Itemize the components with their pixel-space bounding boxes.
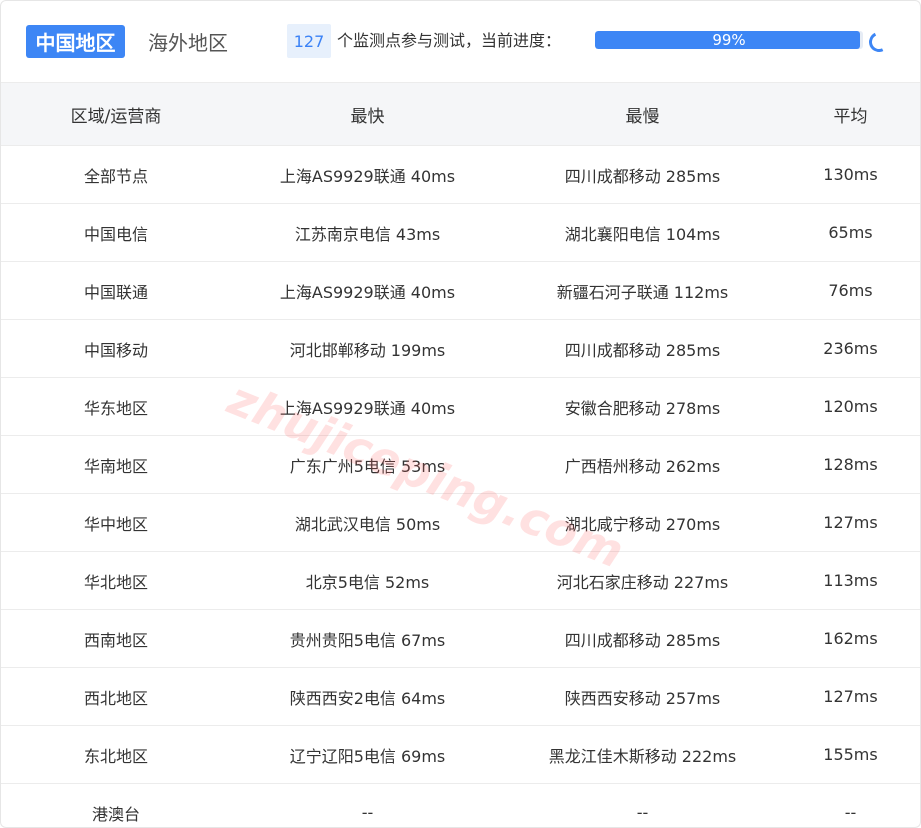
cell-fastest: 上海AS9929联通 40ms [231,145,504,204]
progress-label: 99% [712,31,746,49]
table-row: 港澳台 -- -- -- [1,784,920,828]
cell-fastest: 陕西西安2电信 64ms [231,667,504,726]
cell-region: 中国电信 [1,203,231,262]
cell-average: 130ms [781,145,920,204]
cell-region: 东北地区 [1,725,231,784]
cell-fastest: 广东广州5电信 53ms [231,435,504,494]
cell-average: 162ms [781,609,920,668]
cell-region: 中国联通 [1,261,231,320]
cell-fastest: 辽宁辽阳5电信 69ms [231,725,504,784]
cell-region: 港澳台 [91,804,140,824]
header-slowest: 最慢 [504,83,781,146]
cell-slowest: 黑龙江佳木斯移动 222ms [504,725,781,784]
results-panel: 中国地区 海外地区 127 个监测点参与测试，当前进度： 99% 区域/运营商 … [0,0,921,828]
table-row: 全部节点 上海AS9929联通 40ms 四川成都移动 285ms 130ms [1,145,920,204]
cell-slowest: 湖北咸宁移动 270ms [504,493,781,552]
monitor-status-text: 个监测点参与测试，当前进度： [337,31,562,50]
cell-average: 113ms [781,551,920,610]
table-row: 中国移动 河北邯郸移动 199ms 四川成都移动 285ms 236ms [1,319,920,378]
header-average: 平均 [781,83,920,146]
table-row: 华东地区 上海AS9929联通 40ms 安徽合肥移动 278ms 120ms [1,377,920,436]
cell-fastest: 河北邯郸移动 199ms [231,319,504,378]
cell-slowest: 四川成都移动 285ms [504,319,781,378]
cell-slowest: -- [636,803,649,822]
cell-fastest: 上海AS9929联通 40ms [231,261,504,320]
cell-fastest: 江苏南京电信 43ms [231,203,504,262]
results-table: 区域/运营商 最快 最慢 平均 全部节点 上海AS9929联通 40ms 四川成都移… [1,83,920,828]
table-row: 华北地区 北京5电信 52ms 河北石家庄移动 227ms 113ms [1,551,920,610]
tab-overseas[interactable]: 海外地区 [141,25,235,58]
table-row: 中国电信 江苏南京电信 43ms 湖北襄阳电信 104ms 65ms [1,203,920,262]
cell-average: 65ms [781,203,920,262]
cell-fastest: 北京5电信 52ms [231,551,504,610]
cell-slowest: 河北石家庄移动 227ms [504,551,781,610]
progress-bar: 99% [595,31,863,49]
cell-slowest: 湖北襄阳电信 104ms [504,203,781,262]
cell-average: 128ms [781,435,920,494]
cell-slowest: 广西梧州移动 262ms [504,435,781,494]
cell-region: 西南地区 [1,609,231,668]
table-header-row: 区域/运营商 最快 最慢 平均 [1,83,920,146]
loading-spinner-icon [866,29,892,55]
cell-region: 西北地区 [1,667,231,726]
top-bar: 中国地区 海外地区 127 个监测点参与测试，当前进度： 99% [1,1,920,83]
cell-region: 华南地区 [1,435,231,494]
header-region: 区域/运营商 [1,83,231,146]
cell-slowest: 四川成都移动 285ms [504,609,781,668]
table-row: 华中地区 湖北武汉电信 50ms 湖北咸宁移动 270ms 127ms [1,493,920,552]
cell-slowest: 新疆石河子联通 112ms [504,261,781,320]
table-row: 华南地区 广东广州5电信 53ms 广西梧州移动 262ms 128ms [1,435,920,494]
table-row: 西南地区 贵州贵阳5电信 67ms 四川成都移动 285ms 162ms [1,609,920,668]
monitor-count-badge: 127 [287,24,331,58]
cell-average: 236ms [781,319,920,378]
cell-average: 76ms [781,261,920,320]
cell-region: 中国移动 [1,319,231,378]
table-row: 中国联通 上海AS9929联通 40ms 新疆石河子联通 112ms 76ms [1,261,920,320]
cell-fastest: 贵州贵阳5电信 67ms [231,609,504,668]
tab-china[interactable]: 中国地区 [26,25,125,58]
header-fastest: 最快 [231,83,504,146]
cell-slowest: 陕西西安移动 257ms [504,667,781,726]
cell-region: 华东地区 [1,377,231,436]
cell-slowest: 四川成都移动 285ms [504,145,781,204]
table-row: 东北地区 辽宁辽阳5电信 69ms 黑龙江佳木斯移动 222ms 155ms [1,725,920,784]
cell-fastest: -- [361,803,374,822]
cell-average: 127ms [781,493,920,552]
table-row: 西北地区 陕西西安2电信 64ms 陕西西安移动 257ms 127ms [1,667,920,726]
cell-region: 华中地区 [1,493,231,552]
cell-average: -- [844,803,857,822]
cell-region: 全部节点 [1,145,231,204]
cell-average: 120ms [781,377,920,436]
cell-average: 127ms [781,667,920,726]
cell-fastest: 湖北武汉电信 50ms [231,493,504,552]
cell-average: 155ms [781,725,920,784]
cell-fastest: 上海AS9929联通 40ms [231,377,504,436]
cell-region: 华北地区 [1,551,231,610]
cell-slowest: 安徽合肥移动 278ms [504,377,781,436]
